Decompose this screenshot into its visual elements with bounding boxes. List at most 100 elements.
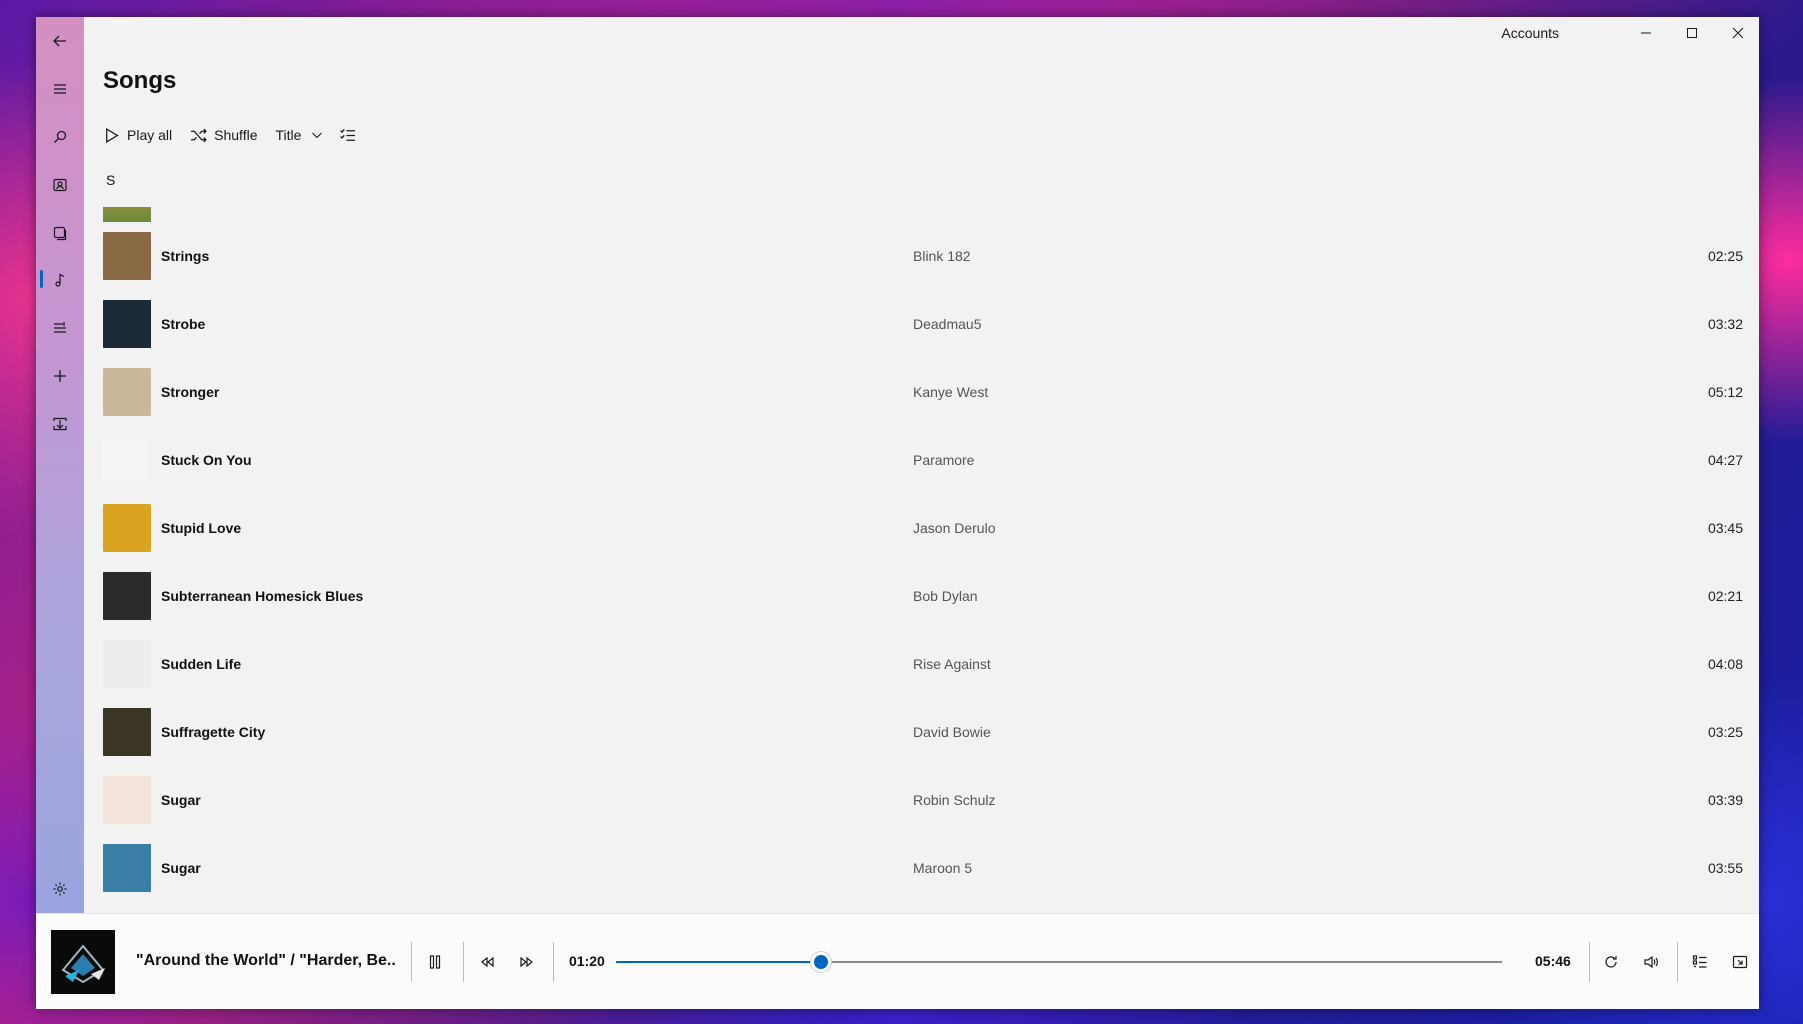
back-button[interactable] (36, 21, 84, 61)
settings-button[interactable] (36, 869, 84, 909)
sidebar-item-music[interactable] (36, 260, 84, 300)
album-art (103, 844, 151, 892)
active-indicator (40, 270, 43, 288)
player-bar: "Around the World" / "Harder, Be... 01:2… (36, 913, 1759, 1009)
menu-button[interactable] (36, 69, 84, 109)
back-icon (53, 35, 66, 47)
song-duration: 03:25 (1707, 724, 1743, 740)
search-icon (54, 130, 67, 143)
seek-bar-progress (616, 961, 821, 963)
previous-button[interactable] (471, 946, 503, 978)
total-time: 05:46 (1535, 953, 1571, 969)
song-artist[interactable]: Kanye West (913, 384, 988, 400)
page-title: Songs (103, 67, 177, 94)
queue-icon (1692, 955, 1707, 968)
sort-dropdown[interactable]: Title (275, 127, 323, 143)
song-artist[interactable]: Maroon 5 (913, 860, 972, 876)
music-note-icon (55, 273, 65, 287)
volume-button[interactable] (1635, 946, 1667, 978)
song-row[interactable]: Sudden Life Rise Against 04:08 (103, 630, 1743, 698)
song-title: Strings (161, 248, 210, 264)
album-art (103, 640, 151, 688)
sort-value: Title (275, 127, 302, 143)
song-title: Sugar (161, 792, 201, 808)
song-row[interactable]: Sugar Robin Schulz 03:39 (103, 766, 1743, 834)
divider (553, 942, 554, 982)
shuffle-label: Shuffle (214, 127, 258, 143)
sidebar-item-search[interactable] (36, 117, 84, 157)
repeat-button[interactable] (1595, 946, 1627, 978)
close-button[interactable] (1715, 17, 1759, 49)
song-artist[interactable]: Rise Against (913, 656, 991, 672)
song-row[interactable]: Stuck On You Paramore 04:27 (103, 426, 1743, 494)
close-icon (1732, 27, 1744, 39)
song-title: Subterranean Homesick Blues (161, 588, 364, 604)
checklist-icon (340, 128, 356, 141)
album-art (103, 436, 151, 484)
sidebar-item-artists[interactable] (36, 165, 84, 205)
song-duration: 05:12 (1707, 384, 1743, 400)
seek-bar-thumb[interactable] (810, 952, 831, 972)
seek-bar[interactable] (616, 952, 1502, 972)
song-row[interactable]: Strings Blink 182 02:25 (103, 222, 1743, 290)
play-icon (106, 127, 119, 143)
pause-button[interactable] (419, 946, 451, 978)
window-title: Accounts (1501, 25, 1559, 41)
sidebar (36, 17, 84, 913)
song-artist[interactable]: Deadmau5 (913, 316, 982, 332)
app-window: Accounts Songs Play all Shuffle Title S (36, 17, 1759, 1009)
album-art (103, 776, 151, 824)
album-art (103, 207, 151, 222)
song-title: Stronger (161, 384, 220, 400)
download-icon (53, 417, 67, 431)
now-playing-art[interactable] (51, 930, 115, 994)
song-artist[interactable]: Robin Schulz (913, 792, 996, 808)
album-art (103, 572, 151, 620)
song-duration: 03:32 (1707, 316, 1743, 332)
song-title: Strobe (161, 316, 206, 332)
song-row[interactable]: Subterranean Homesick Blues Bob Dylan 02:2… (103, 562, 1743, 630)
song-artist[interactable]: Paramore (913, 452, 974, 468)
sidebar-item-albums[interactable] (36, 213, 84, 253)
song-artist[interactable]: Jason Derulo (913, 520, 996, 536)
toolbar: Play all Shuffle Title (103, 120, 381, 150)
song-duration: 04:08 (1707, 656, 1743, 672)
list-item-partial[interactable] (103, 207, 1743, 222)
sidebar-item-downloads[interactable] (36, 404, 84, 444)
song-artist[interactable]: Blink 182 (913, 248, 971, 264)
mini-player-icon (1732, 955, 1748, 969)
gear-icon (53, 882, 67, 896)
song-row[interactable]: Stronger Kanye West 05:12 (103, 358, 1743, 426)
maximize-button[interactable] (1669, 17, 1715, 49)
elapsed-time: 01:20 (569, 953, 605, 969)
sidebar-item-playlists[interactable] (36, 308, 84, 348)
minimize-button[interactable] (1623, 17, 1669, 49)
song-row[interactable]: Stupid Love Jason Derulo 03:45 (103, 494, 1743, 562)
song-title: Suffragette City (161, 724, 266, 740)
menu-icon (54, 84, 66, 94)
maximize-icon (1687, 28, 1697, 38)
song-artist[interactable]: David Bowie (913, 724, 991, 740)
song-row[interactable]: Suffragette City David Bowie 03:25 (103, 698, 1743, 766)
song-artist[interactable]: Bob Dylan (913, 588, 978, 604)
volume-icon (1644, 955, 1658, 969)
song-row[interactable]: Strobe Deadmau5 03:32 (103, 290, 1743, 358)
play-all-button[interactable]: Play all (103, 127, 172, 144)
select-button[interactable] (339, 127, 363, 144)
now-playing-queue-button[interactable] (1684, 946, 1716, 978)
now-playing-title[interactable]: "Around the World" / "Harder, Be... (136, 952, 396, 970)
divider (411, 942, 412, 982)
next-button[interactable] (511, 946, 543, 978)
shuffle-button[interactable]: Shuffle (190, 127, 257, 144)
song-title: Sugar (161, 860, 201, 876)
artists-icon (53, 178, 67, 192)
divider (1677, 942, 1678, 982)
song-row[interactable]: Sugar Maroon 5 03:55 (103, 834, 1743, 902)
minimize-icon (1641, 32, 1651, 34)
group-header-s[interactable]: S (106, 172, 115, 188)
sidebar-item-new-playlist[interactable] (36, 356, 84, 396)
mini-player-button[interactable] (1724, 946, 1756, 978)
album-art (103, 708, 151, 756)
song-duration: 03:39 (1707, 792, 1743, 808)
song-list: Strings Blink 182 02:25 Strobe Deadmau5 03:32… (103, 207, 1743, 913)
